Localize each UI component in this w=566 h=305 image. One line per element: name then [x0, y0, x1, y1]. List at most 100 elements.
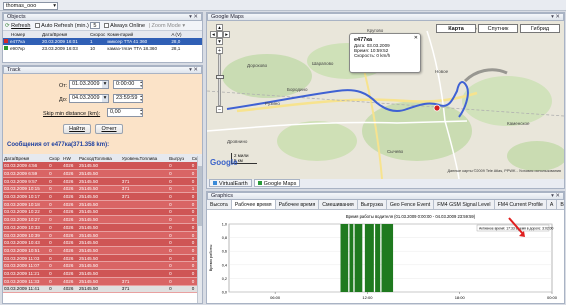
refresh-icon[interactable]: ⟳	[5, 23, 10, 29]
table-cell: 25145.50	[77, 238, 121, 248]
map-type-button[interactable]: Спутник	[478, 24, 518, 33]
column-header[interactable]: Номер	[3, 31, 41, 38]
always-online-checkbox[interactable]	[103, 23, 109, 29]
close-icon[interactable]: ✕	[414, 35, 418, 41]
distance-spinner-icon[interactable]: ▴ ▾	[140, 108, 142, 116]
map-provider-tab[interactable]: VirtualEarth	[209, 179, 252, 187]
column-header[interactable]: Выгруз	[168, 154, 191, 162]
column-header[interactable]: A (V)	[170, 31, 190, 38]
table-cell: 0	[48, 192, 63, 201]
table-row[interactable]: 03.03.2009 11:07 0 4026 25145.50 0 0	[3, 261, 202, 271]
graphics-tab[interactable]: Рабочее время	[276, 200, 320, 209]
calendar-dropdown-icon[interactable]: ▾	[102, 81, 108, 88]
table-row[interactable]: 03.03.2009 10:33 0 4026 25145.50 0 0	[3, 223, 202, 232]
column-header[interactable]: HW	[62, 154, 78, 162]
work-time-chart: Время работы водителя (01.03.2009 0:00:0…	[208, 214, 558, 300]
map-type-button[interactable]: Гибрид	[520, 24, 560, 33]
graphics-tab[interactable]: FM4 Current Profile	[495, 200, 547, 209]
vertical-scrollbar[interactable]	[197, 156, 202, 303]
panel-controls-icon[interactable]: ▾ ✕	[189, 14, 198, 21]
map-canvas[interactable]: Кругово Бородино Шарапово Дорохово Дровн…	[207, 21, 564, 179]
y-tick-label: 0,6	[222, 250, 227, 254]
panel-controls-icon[interactable]: ▾ ✕	[551, 14, 560, 21]
table-cell: 0	[48, 231, 63, 240]
table-cell: 25145.50	[77, 269, 121, 278]
table-row[interactable]: 03.03.2009 10:27 0 4026 25145.50 0 0	[3, 215, 202, 224]
graphics-tab[interactable]: A	[547, 200, 558, 209]
table-row[interactable]: 03.03.2009 10:18 0 4026 25145.50 0 0	[3, 200, 202, 209]
skip-distance-input[interactable]: 0,00 ▴ ▾	[107, 108, 143, 117]
column-header[interactable]: Дата/Время	[3, 154, 48, 162]
table-row[interactable]: 03.03.2009 11:21 0 4026 25145.50 0 0	[3, 269, 202, 278]
graphics-tab[interactable]: FM4 GSM Signal Level	[434, 200, 495, 209]
table-cell: 4026	[62, 277, 78, 286]
scrollbar-thumb[interactable]	[198, 166, 202, 226]
time-spinner-icon[interactable]: ▴ ▾	[140, 94, 142, 102]
table-cell: 1	[89, 38, 106, 45]
find-button[interactable]: Найти	[63, 124, 91, 134]
table-cell	[120, 215, 169, 224]
table-row[interactable]: 03.03.2009 11:03 0 4026 25145.50 0 0	[3, 254, 202, 263]
graphics-tab[interactable]: Выгрузка	[358, 200, 387, 209]
pan-center-button[interactable]	[216, 31, 224, 38]
table-row[interactable]: 03.03.2009 11:41 0 4026 25145.50 371 0 0	[3, 285, 202, 294]
column-header[interactable]: Дата/Время	[41, 31, 89, 38]
map-type-button[interactable]: Карта	[436, 24, 476, 33]
auto-refresh-input[interactable]: 5	[90, 22, 101, 30]
zoom-mode-label: Zoom Mode	[151, 23, 181, 29]
column-header[interactable]: Скорос	[89, 31, 106, 38]
refresh-button[interactable]: Refresh	[11, 23, 30, 29]
table-row[interactable]: 03.03.2009 10:43 0 4026 25145.50 0 0	[3, 238, 202, 248]
pan-up-button[interactable]: ▴	[216, 24, 223, 31]
table-row[interactable]: 03.03.2009 10:17 0 4026 25145.50 371 0 0	[3, 192, 202, 201]
table-row[interactable]: е907кр 23.03.2009 16:03 10 камаз-тягач TTA …	[3, 45, 202, 52]
zoom-slider-thumb[interactable]	[216, 75, 224, 79]
column-header[interactable]: Скор	[48, 154, 62, 162]
to-date-input[interactable]: 04.03.2009 ▾	[69, 94, 109, 103]
pan-left-button[interactable]: ◂	[210, 31, 217, 38]
column-header[interactable]: УровеньТоплива	[121, 154, 168, 162]
map-provider-tab[interactable]: Google Maps	[253, 179, 301, 187]
graphics-tab[interactable]: Geo Fence Event	[387, 200, 435, 209]
auto-refresh-checkbox[interactable]	[34, 23, 40, 29]
graphics-tab[interactable]: B	[557, 200, 564, 209]
table-cell: 03.03.2009 10:18	[3, 200, 49, 209]
table-row[interactable]: е477ка 20.03.2009 16:01 1 миксер TTA 41 360…	[3, 38, 202, 45]
zoom-out-button[interactable]: −	[216, 106, 223, 113]
table-row[interactable]: 03.03.2009 4:56 0 4026 25145.50 0 0	[3, 162, 202, 171]
panel-controls-icon[interactable]: ▾ ✕	[189, 67, 198, 74]
table-cell	[120, 238, 169, 248]
table-cell: 03.03.2009 11:03	[3, 254, 49, 263]
table-row[interactable]: 03.03.2009 11:33 0 4026 25145.50 371 0 0	[3, 277, 202, 286]
zoom-mode-dropdown[interactable]: | Zoom Mode ▾	[149, 23, 186, 29]
calendar-dropdown-icon[interactable]: ▾	[102, 95, 108, 102]
from-time-input[interactable]: 0:00:00 ▴ ▾	[113, 80, 143, 89]
column-header[interactable]: Коментарий	[106, 31, 170, 38]
pan-right-button[interactable]: ▸	[223, 31, 231, 38]
table-cell	[120, 208, 169, 217]
user-dropdown[interactable]: thomas_ooo ▾	[3, 1, 58, 10]
table-row[interactable]: 03.03.2009 10:22 0 4026 25145.50 0 0	[3, 208, 202, 217]
table-row[interactable]: 03.03.2009 10:51 0 4026 25145.50 0 0	[3, 246, 202, 255]
panel-controls-icon[interactable]: ▾ ✕	[551, 193, 560, 200]
zoom-slider[interactable]	[216, 54, 224, 106]
table-row[interactable]: 03.03.2009 9:57 0 4026 25145.50 371 0 0	[3, 177, 202, 186]
table-cell: 03.03.2009 10:33	[3, 223, 49, 232]
to-time-input[interactable]: 23:59:59 ▴ ▾	[113, 94, 143, 103]
graphics-tab[interactable]: Высота	[207, 200, 232, 209]
graphics-tab[interactable]: Рабочее время	[231, 200, 276, 209]
pan-down-button[interactable]: ▾	[216, 38, 223, 45]
map-panel-title: Google Maps	[211, 14, 244, 20]
time-spinner-icon[interactable]: ▴ ▾	[140, 80, 142, 88]
report-button[interactable]: Отчет	[95, 124, 123, 134]
zoom-in-button[interactable]: +	[216, 47, 223, 54]
from-date-input[interactable]: 01.03.2009 ▾	[69, 80, 109, 89]
graphics-tab[interactable]: Смешивания	[319, 200, 358, 209]
table-cell	[190, 38, 202, 45]
graphics-tabs: Высота Рабочее время Рабочее время Смешиван…	[207, 200, 564, 210]
table-row[interactable]: 03.03.2009 10:39 0 4026 25145.50 0 0	[3, 231, 202, 240]
table-row[interactable]: 03.03.2009 10:15 0 4026 25145.50 371 0 1	[3, 185, 202, 194]
column-header[interactable]: РасходТоплива	[78, 154, 121, 162]
table-row[interactable]: 03.03.2009 6:59 0 4026 25145.50 0 0	[3, 169, 202, 178]
table-cell: 4026	[62, 215, 78, 224]
